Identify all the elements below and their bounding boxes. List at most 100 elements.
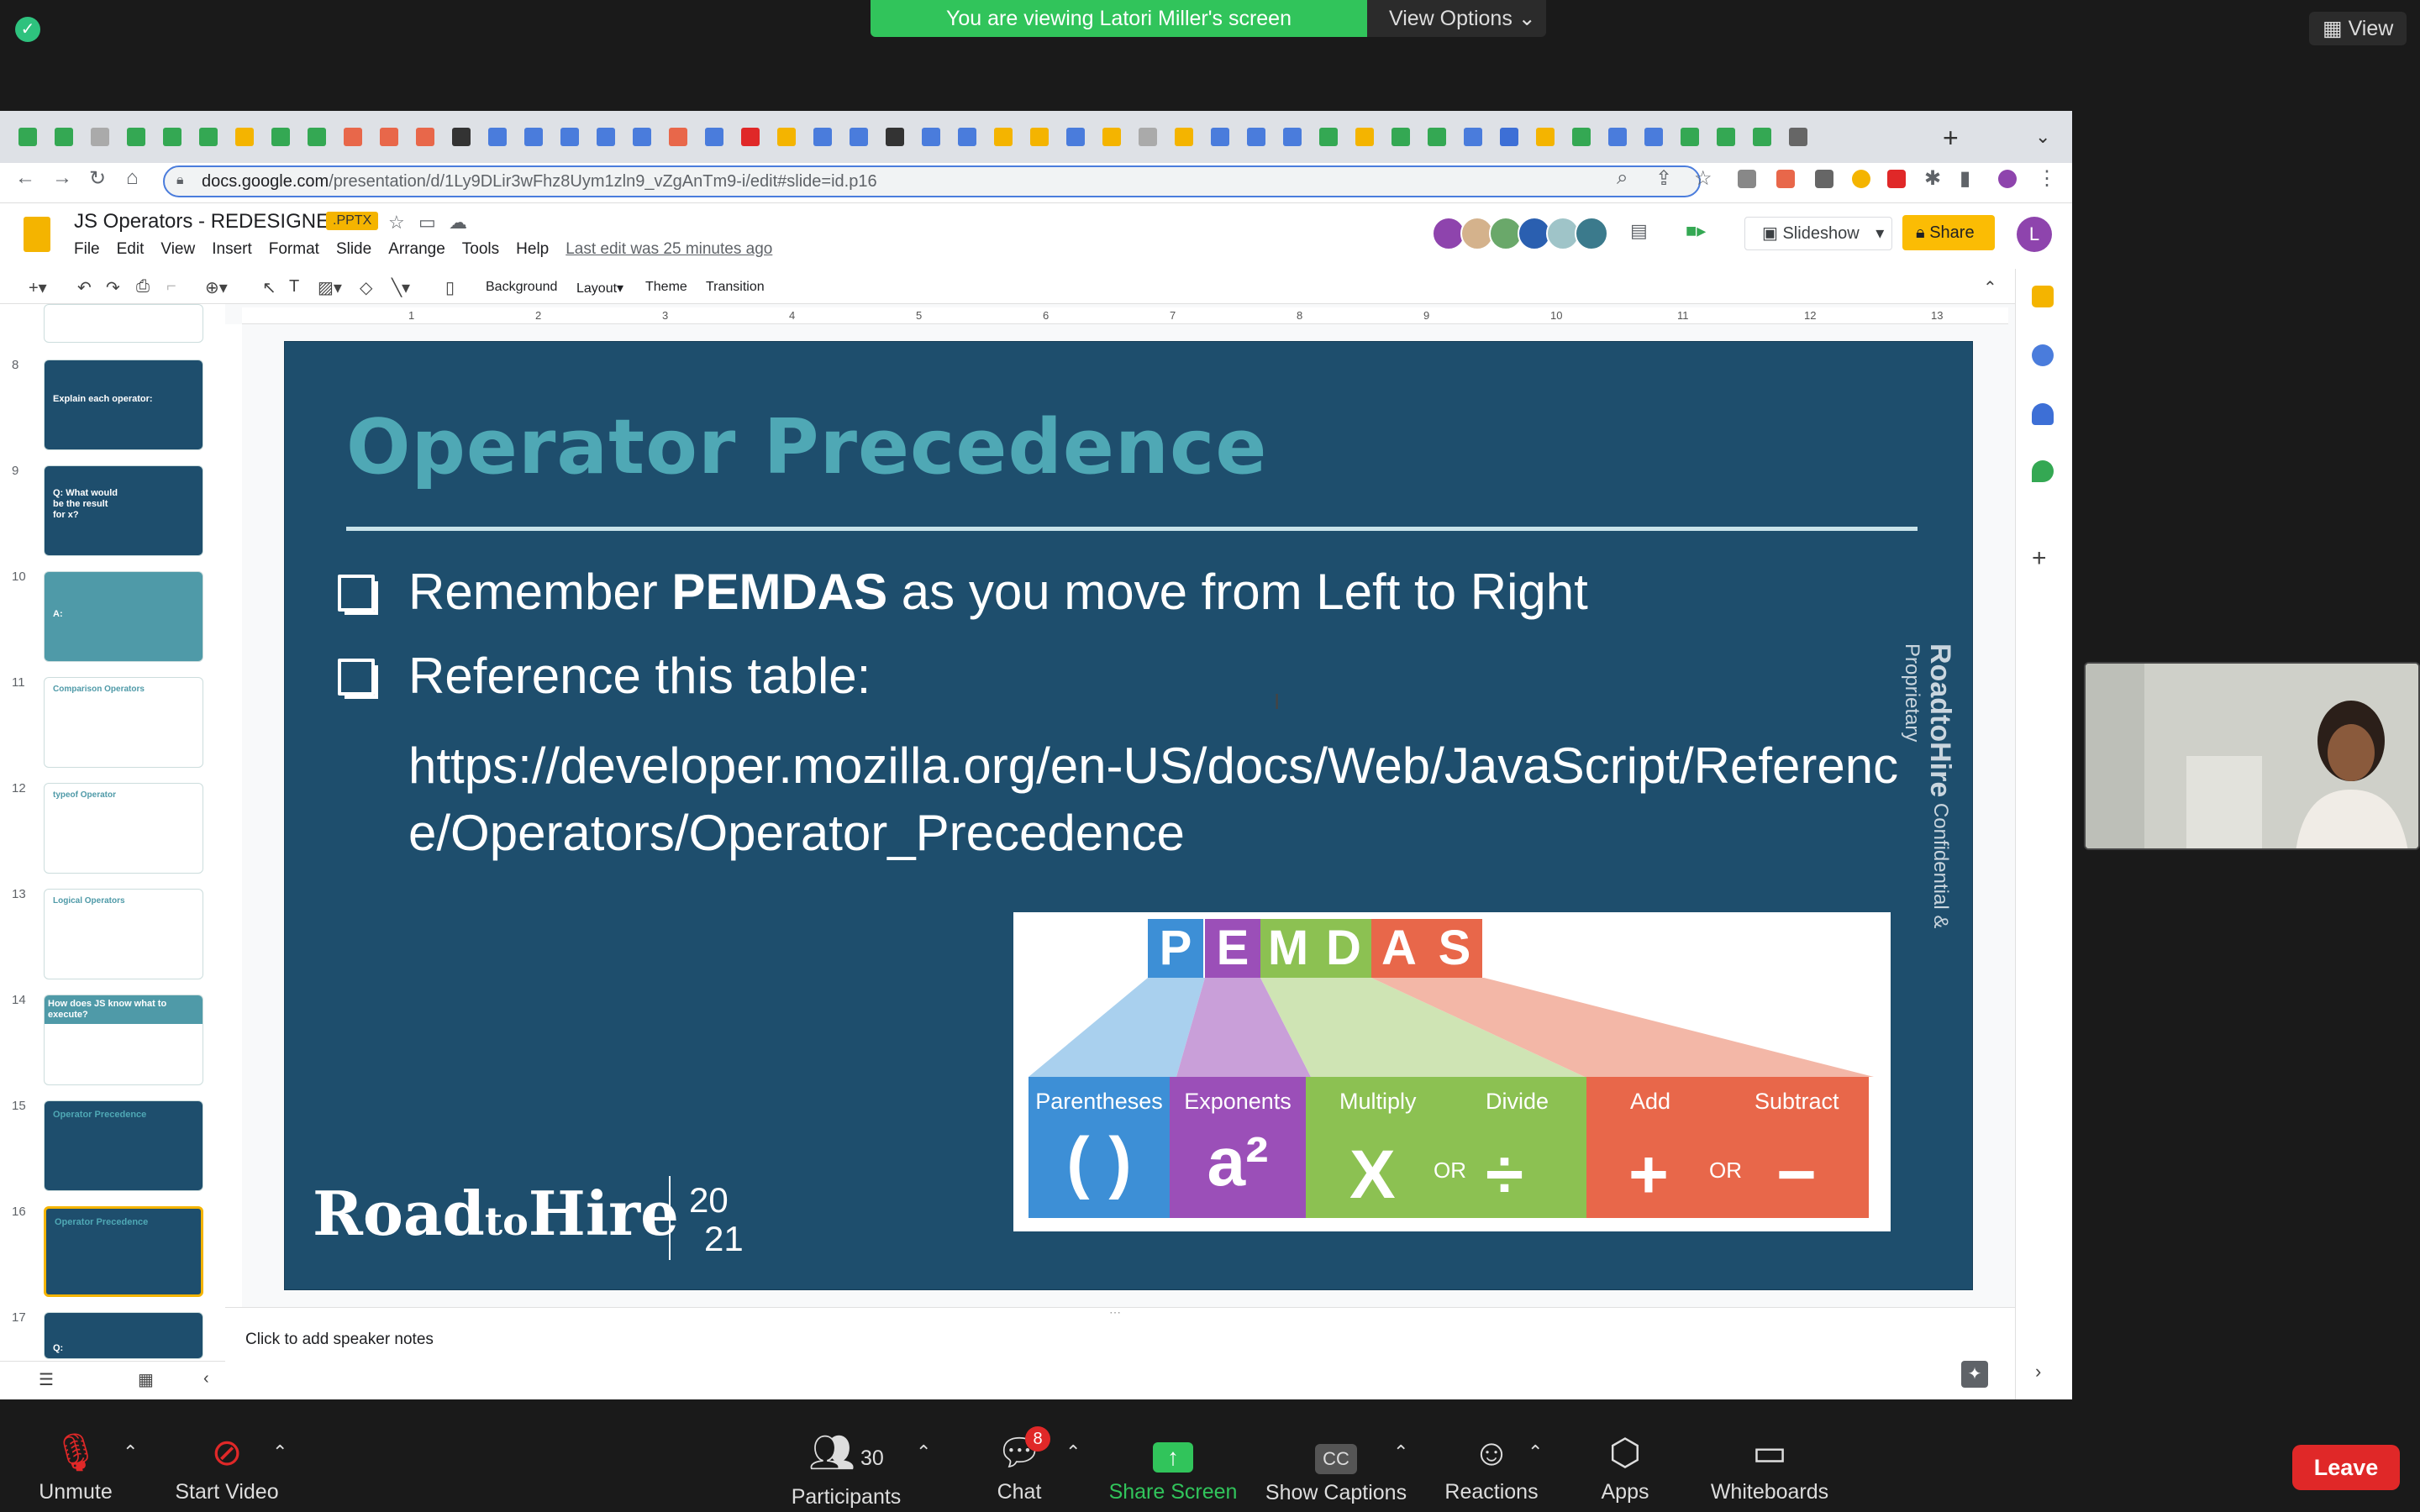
theme-button[interactable]: Theme [645, 280, 687, 295]
tab-favicon-icon[interactable] [199, 128, 218, 146]
tab-favicon-icon[interactable] [777, 128, 796, 146]
tab-favicon-icon[interactable] [1464, 128, 1482, 146]
share-page-icon[interactable]: ⇪ [1655, 166, 1672, 191]
tab-favicon-icon[interactable] [235, 128, 254, 146]
tab-favicon-icon[interactable] [1717, 128, 1735, 146]
textbox-icon[interactable]: T [289, 277, 299, 297]
tasks-icon[interactable] [2032, 344, 2054, 366]
share-button[interactable]: 🔒︎ Share [1902, 215, 1995, 250]
tab-favicon-icon[interactable] [813, 128, 832, 146]
expand-panel-icon[interactable]: › [2035, 1361, 2041, 1383]
collapse-panel-icon[interactable]: ‹ [203, 1369, 209, 1389]
menu-edit[interactable]: Edit [117, 240, 145, 258]
slide-thumbnail[interactable]: Q: [44, 1312, 203, 1359]
tab-favicon-icon[interactable] [308, 128, 326, 146]
slide-thumbnail-selected[interactable]: Operator Precedence [44, 1206, 203, 1297]
participants-options-icon[interactable]: ⌃ [916, 1441, 931, 1463]
transition-button[interactable]: Transition [706, 280, 765, 295]
tab-favicon-icon[interactable] [1681, 128, 1699, 146]
apps-button[interactable]: ⬡ Apps [1591, 1433, 1659, 1504]
menu-slide[interactable]: Slide [336, 240, 371, 258]
show-captions-button[interactable]: CC Show Captions [1260, 1433, 1412, 1505]
slide-thumbnail[interactable]: Comparison Operators [44, 677, 203, 768]
last-edit-link[interactable]: Last edit was 25 minutes ago [566, 240, 772, 258]
bullet-1[interactable]: Remember PEMDAS as you move from Left to… [408, 563, 1588, 621]
tab-favicon-icon[interactable] [741, 128, 760, 146]
redo-icon[interactable]: ↷ [106, 277, 120, 298]
slide-thumbnail[interactable]: Explain each operator: [44, 360, 203, 450]
resize-handle[interactable]: ⋯ [1109, 1305, 1121, 1320]
slide-thumbnail[interactable]: How does JS know what to execute? [44, 995, 203, 1085]
tab-favicon-icon[interactable] [488, 128, 507, 146]
extension-icon[interactable] [1887, 170, 1906, 188]
tab-favicon-icon[interactable] [18, 128, 37, 146]
tab-favicon-icon[interactable] [1572, 128, 1591, 146]
slide-thumbnail[interactable]: A: [44, 571, 203, 662]
speaker-notes-placeholder[interactable]: Click to add speaker notes [245, 1331, 434, 1349]
share-screen-button[interactable]: ↑ Share Screen [1106, 1433, 1240, 1504]
comment-add-icon[interactable]: ▯ [445, 277, 455, 298]
tab-favicon-icon[interactable] [1211, 128, 1229, 146]
add-addon-icon[interactable]: + [2032, 544, 2047, 573]
tab-favicon-icon[interactable] [1789, 128, 1807, 146]
tab-favicon-icon[interactable] [452, 128, 471, 146]
star-icon[interactable]: ☆ [388, 212, 405, 234]
unmute-button[interactable]: 🎙︎ Unmute [34, 1433, 118, 1504]
maps-icon[interactable] [2032, 460, 2054, 482]
participants-button[interactable]: 👥︎ 30 Participants [783, 1433, 909, 1509]
menu-insert[interactable]: Insert [212, 240, 252, 258]
slideshow-button[interactable]: ▣ Slideshow ▾ [1744, 217, 1892, 250]
contacts-icon[interactable] [2032, 403, 2054, 425]
tab-favicon-icon[interactable] [1500, 128, 1518, 146]
print-icon[interactable]: ⎙ [136, 277, 150, 297]
tab-favicon-icon[interactable] [1428, 128, 1446, 146]
menu-view[interactable]: View [160, 240, 195, 258]
tab-favicon-icon[interactable] [1102, 128, 1121, 146]
tab-favicon-icon[interactable] [380, 128, 398, 146]
tab-favicon-icon[interactable] [127, 128, 145, 146]
pemdas-graphic[interactable]: P E M D A S Parentheses ( ) Exponents a² M… [1013, 912, 1891, 1231]
menu-tools[interactable]: Tools [462, 240, 499, 258]
collapse-toolbar-icon[interactable]: ⌃ [1983, 277, 1997, 298]
new-slide-icon[interactable]: +▾ [29, 277, 47, 298]
tab-favicon-icon[interactable] [524, 128, 543, 146]
tab-favicon-icon[interactable] [344, 128, 362, 146]
slide-thumbnail[interactable]: Logical Operators [44, 889, 203, 979]
menu-help[interactable]: Help [516, 240, 549, 258]
tab-favicon-icon[interactable] [163, 128, 182, 146]
audio-options-icon[interactable]: ⌃ [123, 1441, 138, 1463]
tab-favicon-icon[interactable] [1066, 128, 1085, 146]
bookmark-star-icon[interactable]: ☆ [1694, 166, 1712, 191]
participant-video[interactable] [2084, 662, 2420, 850]
leave-button[interactable]: Leave [2292, 1445, 2400, 1490]
chat-options-icon[interactable]: ⌃ [1065, 1441, 1081, 1463]
tab-favicon-icon[interactable] [669, 128, 687, 146]
tab-favicon-icon[interactable] [886, 128, 904, 146]
slide-title[interactable]: Operator Precedence [346, 403, 1267, 491]
grid-view-icon[interactable]: ▦ [138, 1369, 154, 1390]
tab-favicon-icon[interactable] [633, 128, 651, 146]
url-input[interactable]: docs.google.com/presentation/d/1Ly9DLir3… [163, 165, 1701, 197]
whiteboards-button[interactable]: ▭ Whiteboards [1702, 1433, 1837, 1504]
undo-icon[interactable]: ↶ [77, 277, 92, 298]
sidebar-icon[interactable]: ▮ [1960, 166, 1970, 191]
menu-arrange[interactable]: Arrange [388, 240, 445, 258]
keep-icon[interactable] [2032, 286, 2054, 307]
extension-icon[interactable] [1852, 170, 1870, 188]
forward-icon[interactable]: → [52, 166, 72, 190]
menu-file[interactable]: File [74, 240, 100, 258]
tab-favicon-icon[interactable] [1319, 128, 1338, 146]
extension-icon[interactable] [1776, 170, 1795, 188]
home-icon[interactable]: ⌂ [126, 166, 139, 190]
reference-url[interactable]: https://developer.mozilla.org/en-US/docs… [408, 732, 1904, 867]
tab-favicon-icon[interactable] [1644, 128, 1663, 146]
view-options-button[interactable]: View Options ⌄ [1367, 0, 1546, 37]
tab-favicon-icon[interactable] [55, 128, 73, 146]
slides-logo[interactable] [24, 217, 50, 252]
background-button[interactable]: Background [486, 280, 557, 295]
profile-avatar[interactable] [1998, 170, 2017, 188]
extension-icon[interactable] [1815, 170, 1833, 188]
explore-icon[interactable]: ✦ [1961, 1361, 1988, 1388]
bullet-2[interactable]: Reference this table: [408, 647, 871, 705]
tab-favicon-icon[interactable] [1283, 128, 1302, 146]
